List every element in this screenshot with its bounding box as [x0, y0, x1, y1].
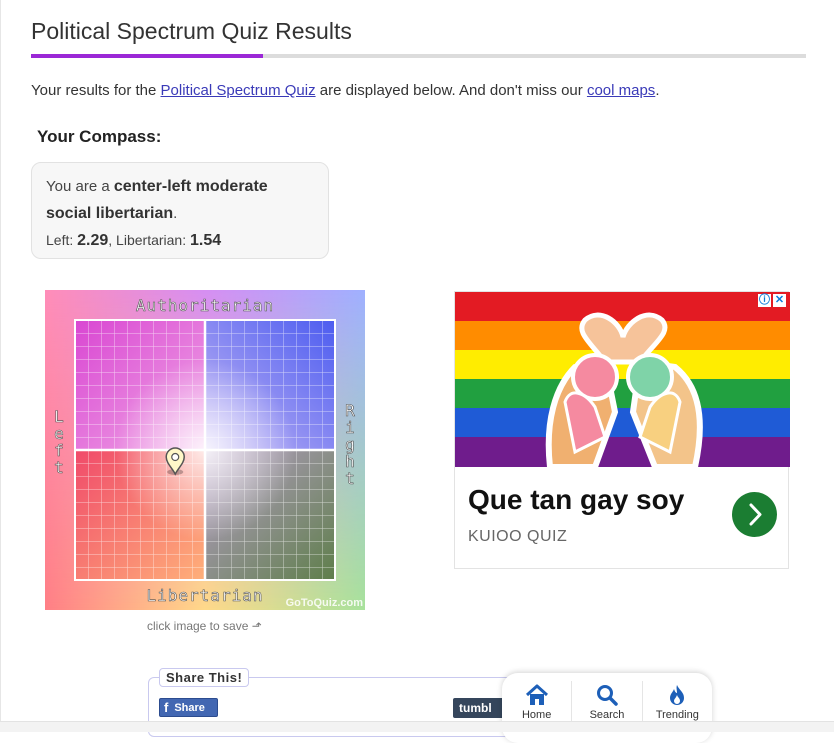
result-summary-box: You are a center-left moderate social li… — [31, 162, 329, 259]
bottom-navigation: Home Search Trending — [502, 673, 712, 743]
home-icon — [525, 684, 548, 705]
ad-rainbow-image[interactable] — [455, 292, 790, 467]
result-prefix: You are a — [46, 178, 114, 195]
compass-heading: Your Compass: — [37, 127, 162, 146]
advertisement[interactable]: ⓘ ✕ Que tan gay soy KUIOO QUIZ — [454, 291, 790, 569]
nav-home-label: Home — [521, 709, 552, 721]
left-score-label: Left: — [46, 232, 78, 248]
close-icon[interactable]: ✕ — [773, 294, 786, 307]
compass-watermark: GoToQuiz.com — [286, 597, 364, 609]
intro-text: Your results for the Political Spectrum … — [31, 82, 659, 99]
ad-open-button[interactable] — [732, 492, 777, 537]
result-suffix: . — [173, 205, 178, 222]
result-scores: Left: 2.29, Libertarian: 1.54 — [46, 227, 314, 254]
left-border — [0, 0, 1, 731]
info-icon[interactable]: ⓘ — [758, 294, 771, 307]
compass-label-right: Right — [345, 401, 355, 488]
libertarian-score-label: , Libertarian: — [108, 232, 190, 248]
ad-title[interactable]: Que tan gay soy — [468, 484, 684, 516]
compass-label-libertarian: Libertarian — [147, 586, 264, 605]
facebook-share-label: Share — [174, 701, 205, 714]
chevron-right-icon — [749, 503, 762, 526]
cool-maps-link[interactable]: cool maps — [587, 82, 655, 99]
intro-text-end: . — [655, 82, 660, 99]
facebook-share-button[interactable]: f Share — [159, 698, 218, 717]
libertarian-score-value: 1.54 — [190, 232, 222, 249]
bottom-scroll-strip — [0, 721, 834, 732]
flame-icon — [670, 685, 685, 705]
nav-search-label: Search — [589, 709, 625, 721]
political-compass-image[interactable]: Authoritarian Libertarian Left Right GoT… — [45, 290, 365, 610]
ad-source: KUIOO QUIZ — [468, 528, 568, 545]
left-score-value: 2.29 — [77, 232, 109, 249]
search-icon — [596, 685, 618, 706]
title-accent-bar — [31, 54, 263, 58]
page-title: Political Spectrum Quiz Results — [31, 18, 352, 44]
ad-badge: ⓘ ✕ — [758, 294, 786, 307]
nav-trending-label: Trending — [655, 709, 699, 721]
nav-search[interactable]: Search — [572, 681, 643, 725]
compass-label-authoritarian: Authoritarian — [136, 296, 274, 315]
nav-home[interactable]: Home — [502, 681, 573, 725]
intro-text-start: Your results for the — [31, 82, 161, 99]
compass-label-left: Left — [54, 407, 64, 477]
share-panel-label: Share This! — [159, 668, 250, 687]
facebook-icon: f — [164, 700, 169, 715]
nav-trending[interactable]: Trending — [643, 681, 712, 725]
compass-caption: click image to save ⬏ — [147, 619, 262, 633]
intro-text-middle: are displayed below. And don't miss our — [315, 82, 587, 99]
compass-marker-pin — [165, 447, 185, 476]
result-sentence: You are a center-left moderate social li… — [46, 173, 314, 227]
political-spectrum-quiz-link[interactable]: Political Spectrum Quiz — [161, 82, 316, 99]
